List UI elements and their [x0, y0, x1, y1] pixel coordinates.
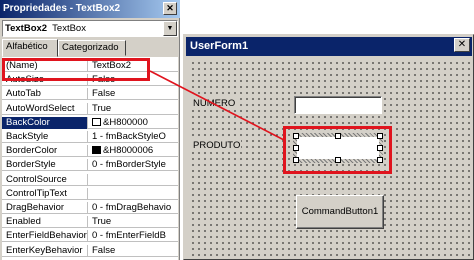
highlight-name-row: [2, 58, 150, 81]
annotation-connector: [149, 70, 285, 141]
highlight-textbox: [283, 126, 392, 174]
